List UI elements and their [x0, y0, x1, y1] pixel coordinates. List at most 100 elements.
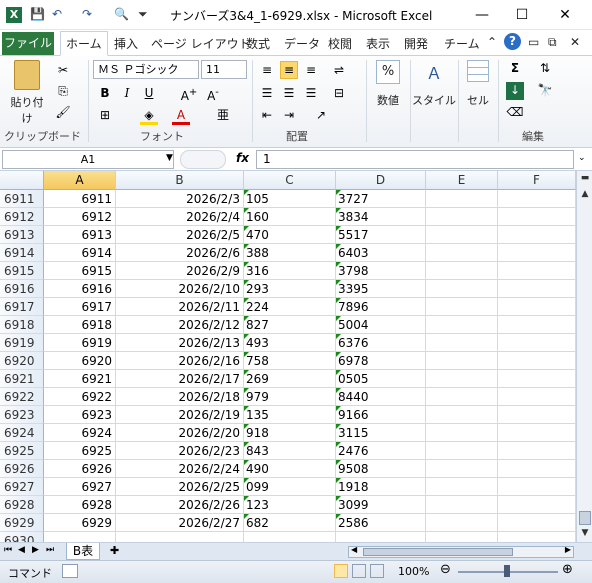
cell-empty[interactable] [426, 388, 498, 406]
worksheet-grid[interactable]: A B C D E F 6911 6911 2026/2/3 105 3727 6912 6… [0, 171, 576, 542]
tab-data[interactable]: データ [284, 35, 320, 52]
cell-c[interactable]: 269 [244, 370, 336, 388]
scroll-thumb[interactable] [579, 511, 591, 525]
cell-d[interactable]: 3727 [336, 190, 426, 208]
cell-c[interactable]: 099 [244, 478, 336, 496]
cell-empty[interactable] [498, 496, 576, 514]
phonetic-icon[interactable]: 亜 [214, 107, 232, 125]
cell-b[interactable]: 2026/2/23 [116, 442, 244, 460]
font-size-select[interactable]: 11 [201, 60, 247, 79]
cell-b[interactable]: 2026/2/5 [116, 226, 244, 244]
align-center-icon[interactable]: ☰ [280, 85, 298, 103]
cell-d[interactable]: 2586 [336, 514, 426, 532]
cell-c[interactable]: 827 [244, 316, 336, 334]
cell-empty[interactable] [426, 406, 498, 424]
cell-a[interactable]: 6926 [44, 460, 116, 478]
cell-a[interactable]: 6916 [44, 280, 116, 298]
minimize-button[interactable]: — [462, 3, 502, 27]
name-box[interactable]: A1 [2, 150, 174, 169]
save-icon[interactable]: 💾 [30, 7, 45, 21]
cell-a[interactable]: 6918 [44, 316, 116, 334]
doc-restore-icon[interactable]: ⧉ [548, 35, 557, 50]
ribbon-collapse-icon[interactable]: ⌃ [487, 35, 497, 49]
cell-empty[interactable] [426, 496, 498, 514]
cell-b[interactable]: 2026/2/10 [116, 280, 244, 298]
cell-empty[interactable] [426, 208, 498, 226]
cell-b[interactable]: 2026/2/6 [116, 244, 244, 262]
cell-b[interactable] [116, 532, 244, 542]
cell-a[interactable]: 6927 [44, 478, 116, 496]
cell-b[interactable]: 2026/2/16 [116, 352, 244, 370]
cell-d[interactable]: 5517 [336, 226, 426, 244]
insert-sheet-icon[interactable]: ✚ [110, 544, 119, 557]
row-header[interactable]: 6926 [0, 460, 44, 478]
cell-empty[interactable] [426, 190, 498, 208]
cell-c[interactable]: 388 [244, 244, 336, 262]
cells-button[interactable]: セル [460, 60, 496, 108]
cell-b[interactable]: 2026/2/19 [116, 406, 244, 424]
tab-formulas[interactable]: 数式 [246, 35, 270, 52]
cell-b[interactable]: 2026/2/17 [116, 370, 244, 388]
bold-button[interactable]: B [96, 85, 114, 103]
cell-a[interactable] [44, 532, 116, 542]
column-header-f[interactable]: F [498, 171, 576, 190]
row-header[interactable]: 6916 [0, 280, 44, 298]
undo-icon[interactable]: ↶ [52, 7, 62, 21]
cell-empty[interactable] [498, 478, 576, 496]
row-header[interactable]: 6924 [0, 424, 44, 442]
tab-review[interactable]: 校閲 [328, 35, 352, 52]
cell-b[interactable]: 2026/2/18 [116, 388, 244, 406]
cell-a[interactable]: 6928 [44, 496, 116, 514]
cell-empty[interactable] [426, 352, 498, 370]
scroll-down-icon[interactable]: ▼ [578, 526, 592, 540]
split-box[interactable]: ▬ [578, 171, 592, 185]
cell-d[interactable]: 9166 [336, 406, 426, 424]
tab-developer[interactable]: 開発 [404, 35, 428, 52]
clear-icon[interactable]: ⌫ [506, 104, 524, 122]
cell-a[interactable]: 6919 [44, 334, 116, 352]
doc-minimize-icon[interactable]: ▭ [528, 35, 539, 49]
font-color-icon[interactable]: A [172, 107, 190, 125]
tab-home[interactable]: ホーム [60, 31, 108, 56]
cell-empty[interactable] [426, 244, 498, 262]
insert-function-button[interactable]: fx [236, 151, 249, 165]
cell-a[interactable]: 6913 [44, 226, 116, 244]
row-header[interactable]: 6921 [0, 370, 44, 388]
row-header[interactable]: 6919 [0, 334, 44, 352]
sheet-nav-prev-icon[interactable]: ◀ [18, 545, 25, 555]
vertical-scrollbar[interactable]: ▬ ▲ ▼ [576, 171, 592, 542]
underline-button[interactable]: U [140, 85, 158, 103]
macro-record-icon[interactable] [62, 564, 78, 578]
cell-empty[interactable] [498, 334, 576, 352]
cell-c[interactable]: 105 [244, 190, 336, 208]
scroll-left-icon[interactable]: ◀ [351, 545, 357, 554]
sheet-tab-b[interactable]: B表 [66, 543, 100, 560]
cell-c[interactable]: 135 [244, 406, 336, 424]
cell-c[interactable]: 758 [244, 352, 336, 370]
cell-empty[interactable] [498, 262, 576, 280]
cell-empty[interactable] [498, 280, 576, 298]
cell-b[interactable]: 2026/2/24 [116, 460, 244, 478]
row-header[interactable]: 6915 [0, 262, 44, 280]
cell-c[interactable]: 293 [244, 280, 336, 298]
grow-font-icon[interactable]: A+ [180, 85, 198, 103]
style-button[interactable]: Ａ スタイル [412, 60, 456, 108]
hscroll-thumb[interactable] [363, 548, 513, 556]
cell-empty[interactable] [498, 406, 576, 424]
row-header[interactable]: 6912 [0, 208, 44, 226]
doc-close-icon[interactable]: ✕ [570, 35, 580, 49]
cell-d[interactable]: 3395 [336, 280, 426, 298]
horizontal-scrollbar[interactable]: ◀ ▶ [348, 545, 574, 558]
cell-a[interactable]: 6911 [44, 190, 116, 208]
maximize-button[interactable]: ☐ [502, 3, 542, 27]
cell-b[interactable]: 2026/2/12 [116, 316, 244, 334]
cell-a[interactable]: 6921 [44, 370, 116, 388]
cell-empty[interactable] [498, 190, 576, 208]
cell-d[interactable]: 9508 [336, 460, 426, 478]
cell-empty[interactable] [426, 298, 498, 316]
tab-team[interactable]: チーム [444, 35, 480, 52]
page-break-view-icon[interactable] [370, 564, 384, 578]
cell-a[interactable]: 6923 [44, 406, 116, 424]
zoom-slider-thumb[interactable] [504, 565, 510, 577]
cell-empty[interactable] [498, 424, 576, 442]
